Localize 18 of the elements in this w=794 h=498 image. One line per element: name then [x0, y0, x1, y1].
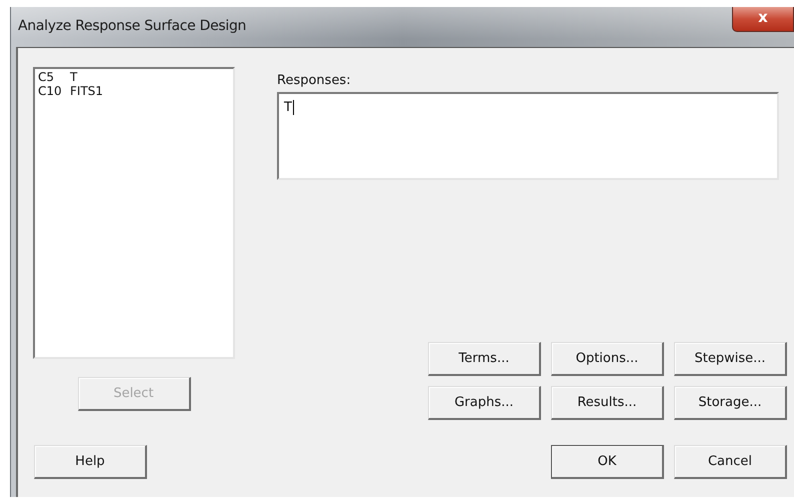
responses-field[interactable]: T: [277, 92, 779, 180]
column-id[interactable]: C10: [38, 84, 70, 98]
help-button[interactable]: Help: [34, 445, 147, 479]
option-button[interactable]: Terms...: [428, 342, 541, 376]
column-id[interactable]: C5: [38, 70, 70, 84]
option-button[interactable]: Options...: [551, 342, 664, 376]
window-title: Analyze Response Surface Design: [18, 18, 246, 34]
option-button[interactable]: Storage...: [674, 386, 787, 420]
option-button[interactable]: Stepwise...: [674, 342, 787, 376]
dialog-button[interactable]: Cancel: [674, 445, 787, 479]
responses-label: Responses:: [277, 73, 352, 88]
option-button[interactable]: Graphs...: [428, 386, 541, 420]
dialog-button[interactable]: OK: [551, 445, 664, 479]
column-name[interactable]: T: [70, 70, 78, 84]
variable-list[interactable]: C5 T C10 FITS1: [33, 67, 235, 359]
column-name[interactable]: FITS1: [70, 84, 104, 98]
option-button[interactable]: Results...: [551, 386, 664, 420]
close-button[interactable]: x: [732, 7, 794, 32]
